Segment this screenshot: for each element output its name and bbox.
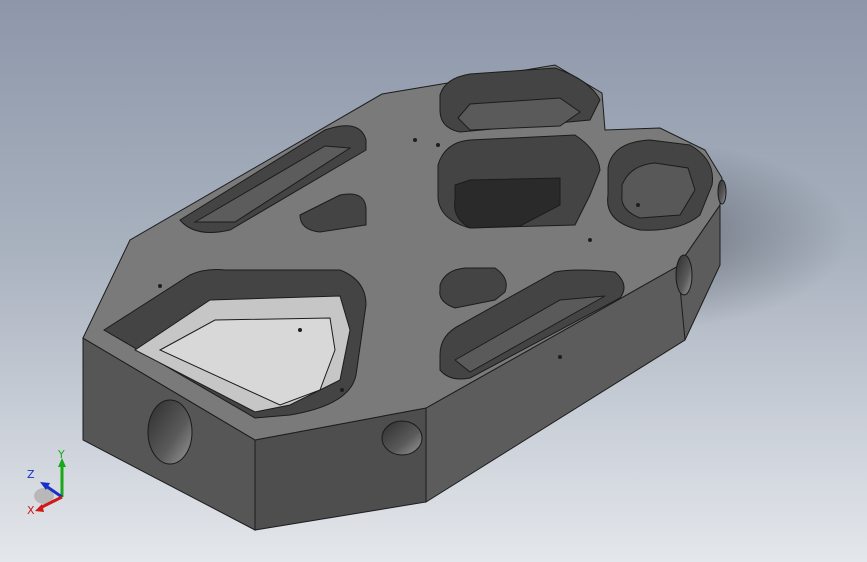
triad-y-label: Y xyxy=(57,448,65,461)
graphics-viewport[interactable]: Y Z X xyxy=(0,0,867,562)
side-bore-right xyxy=(675,254,693,296)
view-triad[interactable]: Y Z X xyxy=(22,448,82,523)
triad-x-label: X xyxy=(27,504,35,517)
triad-z-label: Z xyxy=(27,468,35,481)
top-face xyxy=(82,64,723,441)
cad-model[interactable] xyxy=(0,0,867,562)
side-bore-left xyxy=(147,399,193,465)
side-bore-right-upper xyxy=(717,179,727,205)
side-bore-front xyxy=(381,420,423,456)
